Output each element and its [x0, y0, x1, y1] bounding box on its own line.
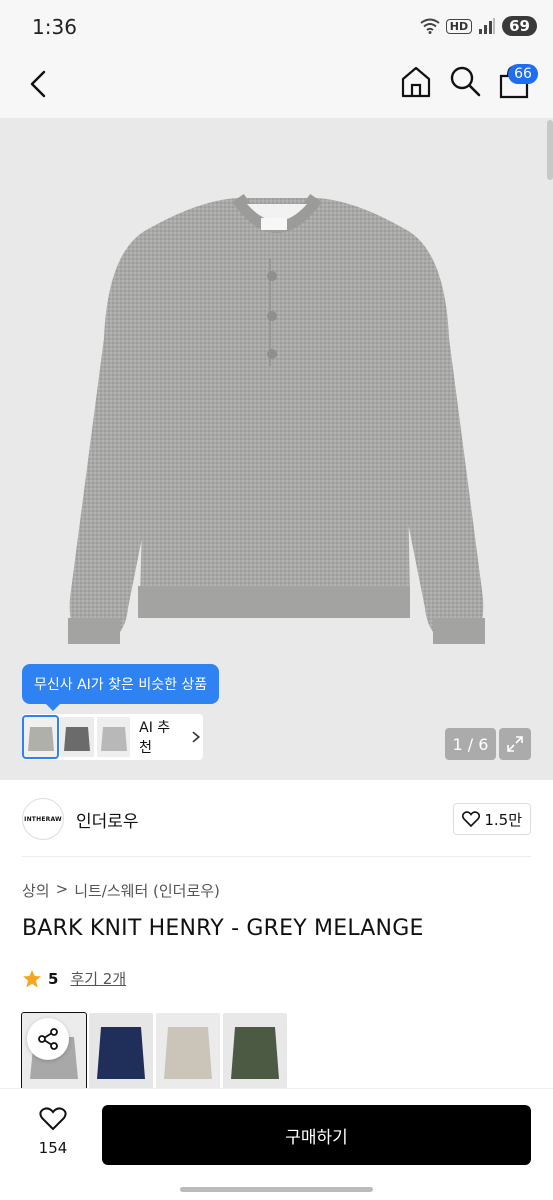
- wifi-icon: [420, 18, 440, 34]
- product-detail-screen: 1:36 HD 69 66 무신사 AI가 찾은 비슷한 상품 AI 추천 1 …: [0, 0, 553, 1200]
- chevron-right-icon: [192, 731, 201, 743]
- brand-like-button[interactable]: 1.5만: [453, 803, 531, 835]
- share-button[interactable]: [27, 1018, 69, 1060]
- brand-row[interactable]: INTHERAW 인더로우 1.5만: [22, 796, 531, 842]
- search-icon[interactable]: [448, 64, 482, 98]
- breadcrumb-subcategory[interactable]: 니트/스웨터 (인더로우): [74, 880, 220, 901]
- breadcrumb: 상의 > 니트/스웨터 (인더로우): [22, 880, 220, 901]
- ai-thumb-2[interactable]: [60, 717, 94, 757]
- cart-count-badge: 66: [508, 64, 538, 84]
- app-bar: [0, 56, 553, 118]
- variant-olive[interactable]: [223, 1013, 287, 1089]
- page-scrollbar[interactable]: [547, 120, 553, 180]
- brand-name[interactable]: 인더로우: [76, 807, 139, 832]
- review-count-link[interactable]: 후기 2개: [70, 968, 126, 989]
- wishlist-button[interactable]: 154: [28, 1107, 78, 1157]
- star-icon: [23, 969, 41, 987]
- heart-icon: [39, 1107, 67, 1131]
- home-indicator[interactable]: [180, 1187, 373, 1192]
- home-icon[interactable]: [398, 64, 434, 100]
- ai-similar-tooltip: 무신사 AI가 찾은 비슷한 상품: [22, 664, 220, 711]
- brand-logo[interactable]: INTHERAW: [22, 798, 64, 840]
- variant-navy[interactable]: [89, 1013, 153, 1089]
- breadcrumb-separator: >: [55, 880, 69, 898]
- ai-thumb-3[interactable]: [96, 717, 131, 757]
- bottom-action-bar: 154 구매하기: [0, 1088, 553, 1200]
- expand-icon[interactable]: [499, 728, 531, 760]
- brand-like-count: 1.5만: [484, 810, 522, 829]
- breadcrumb-category[interactable]: 상의: [22, 880, 50, 901]
- wishlist-count: 154: [38, 1139, 68, 1157]
- ai-recommend-label: AI 추천: [139, 720, 171, 756]
- status-time: 1:36: [32, 15, 77, 39]
- rating-row: 5 후기 2개: [22, 968, 126, 989]
- ai-thumb-1[interactable]: [21, 715, 60, 759]
- signal-icon: [479, 18, 496, 34]
- divider: [22, 856, 531, 857]
- status-bar: 1:36 HD 69: [0, 0, 553, 56]
- back-arrow-icon[interactable]: [24, 68, 56, 100]
- ai-recommend-button[interactable]: AI 추천: [21, 714, 203, 760]
- variant-beige[interactable]: [156, 1013, 220, 1089]
- heart-icon: [462, 811, 481, 827]
- hd-icon: HD: [445, 18, 473, 34]
- battery-indicator: 69: [502, 16, 537, 36]
- share-icon: [38, 1028, 58, 1050]
- product-title: BARK KNIT HENRY - GREY MELANGE: [22, 916, 424, 941]
- buy-button[interactable]: 구매하기: [102, 1105, 531, 1165]
- rating-score: 5: [48, 969, 59, 988]
- image-counter: 1 / 6: [445, 728, 496, 760]
- status-icons: HD 69: [420, 16, 537, 36]
